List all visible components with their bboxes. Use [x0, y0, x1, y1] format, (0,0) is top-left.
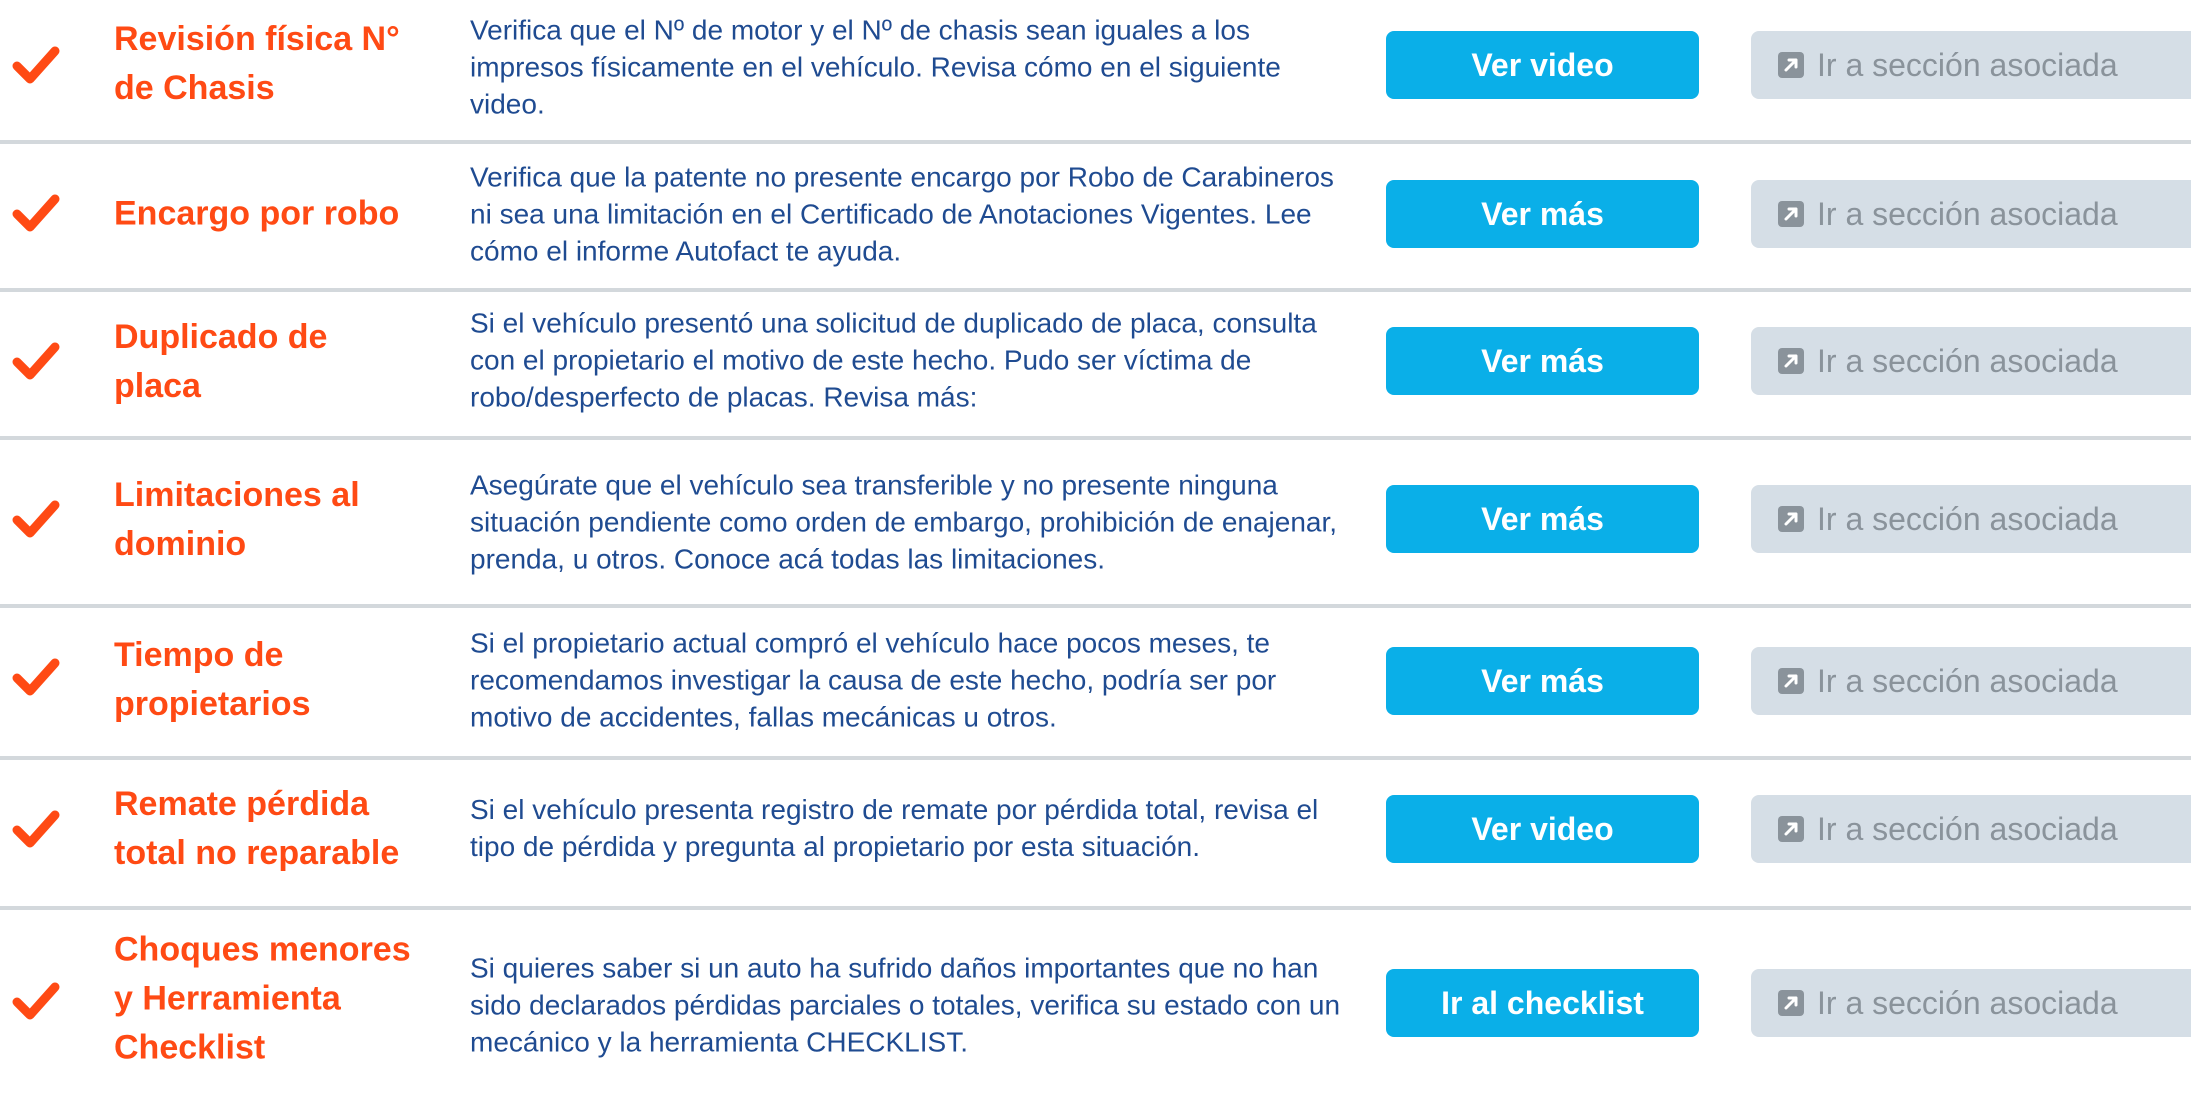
checkmark-icon [12, 340, 60, 384]
external-link-icon [1777, 815, 1805, 843]
checklist-row: Revisión física N° de Chasis Verifica qu… [0, 0, 2191, 140]
checklist-row: Remate pérdida total no reparable Si el … [0, 760, 2191, 906]
section-button-label: Ir a sección asociada [1817, 196, 2118, 232]
section-button-label: Ir a sección asociada [1817, 663, 2118, 699]
go-to-section-button[interactable]: Ir a sección asociada [1751, 31, 2191, 99]
row-title: Remate pérdida total no reparable [114, 785, 400, 872]
checkmark-icon [12, 498, 60, 542]
go-to-section-button[interactable]: Ir a sección asociada [1751, 969, 2191, 1037]
checklist-row: Choques menores y Herramienta Checklist … [0, 910, 2191, 1093]
row-description: Si el vehículo presentó una solicitud de… [470, 307, 1317, 413]
ver-mas-button[interactable]: Ver más [1386, 327, 1699, 395]
go-to-section-button[interactable]: Ir a sección asociada [1751, 485, 2191, 553]
checkmark-icon [12, 980, 60, 1024]
checklist-row: Encargo por robo Verifica que la patente… [0, 144, 2191, 288]
checkmark-icon [12, 656, 60, 700]
row-title: Tiempo de propietarios [114, 636, 311, 723]
section-button-label: Ir a sección asociada [1817, 501, 2118, 537]
go-to-section-button[interactable]: Ir a sección asociada [1751, 647, 2191, 715]
ver-video-button[interactable]: Ver video [1386, 795, 1699, 863]
row-description: Si quieres saber si un auto ha sufrido d… [470, 952, 1341, 1058]
section-button-label: Ir a sección asociada [1817, 343, 2118, 379]
checkmark-icon [12, 192, 60, 236]
row-title: Choques menores y Herramienta Checklist [114, 930, 411, 1067]
checkmark-icon [12, 808, 60, 852]
checklist-row: Tiempo de propietarios Si el propietario… [0, 608, 2191, 756]
row-title: Duplicado de placa [114, 318, 328, 405]
external-link-icon [1777, 667, 1805, 695]
checkmark-icon [12, 44, 60, 88]
external-link-icon [1777, 989, 1805, 1017]
ver-mas-button[interactable]: Ver más [1386, 180, 1699, 248]
external-link-icon [1777, 505, 1805, 533]
row-description: Verifica que el Nº de motor y el Nº de c… [470, 14, 1281, 120]
ver-video-button[interactable]: Ver video [1386, 31, 1699, 99]
section-button-label: Ir a sección asociada [1817, 985, 2118, 1021]
external-link-icon [1777, 200, 1805, 228]
row-description: Si el vehículo presenta registro de rema… [470, 794, 1319, 862]
checklist-row: Duplicado de placa Si el vehículo presen… [0, 292, 2191, 436]
ver-mas-button[interactable]: Ver más [1386, 647, 1699, 715]
row-description: Verifica que la patente no presente enca… [470, 161, 1334, 267]
external-link-icon [1777, 347, 1805, 375]
row-title: Revisión física N° de Chasis [114, 20, 400, 107]
section-button-label: Ir a sección asociada [1817, 47, 2118, 83]
row-description: Si el propietario actual compró el vehíc… [470, 627, 1277, 733]
go-to-section-button[interactable]: Ir a sección asociada [1751, 795, 2191, 863]
ver-mas-button[interactable]: Ver más [1386, 485, 1699, 553]
row-title: Encargo por robo [114, 194, 400, 233]
ir-al-checklist-button[interactable]: Ir al checklist [1386, 969, 1699, 1037]
row-title: Limitaciones al dominio [114, 476, 360, 563]
go-to-section-button[interactable]: Ir a sección asociada [1751, 180, 2191, 248]
section-button-label: Ir a sección asociada [1817, 811, 2118, 847]
checklist-row: Limitaciones al dominio Asegúrate que el… [0, 440, 2191, 604]
verification-checklist: Revisión física N° de Chasis Verifica qu… [0, 0, 2191, 1093]
go-to-section-button[interactable]: Ir a sección asociada [1751, 327, 2191, 395]
external-link-icon [1777, 51, 1805, 79]
row-description: Asegúrate que el vehículo sea transferib… [470, 469, 1338, 575]
